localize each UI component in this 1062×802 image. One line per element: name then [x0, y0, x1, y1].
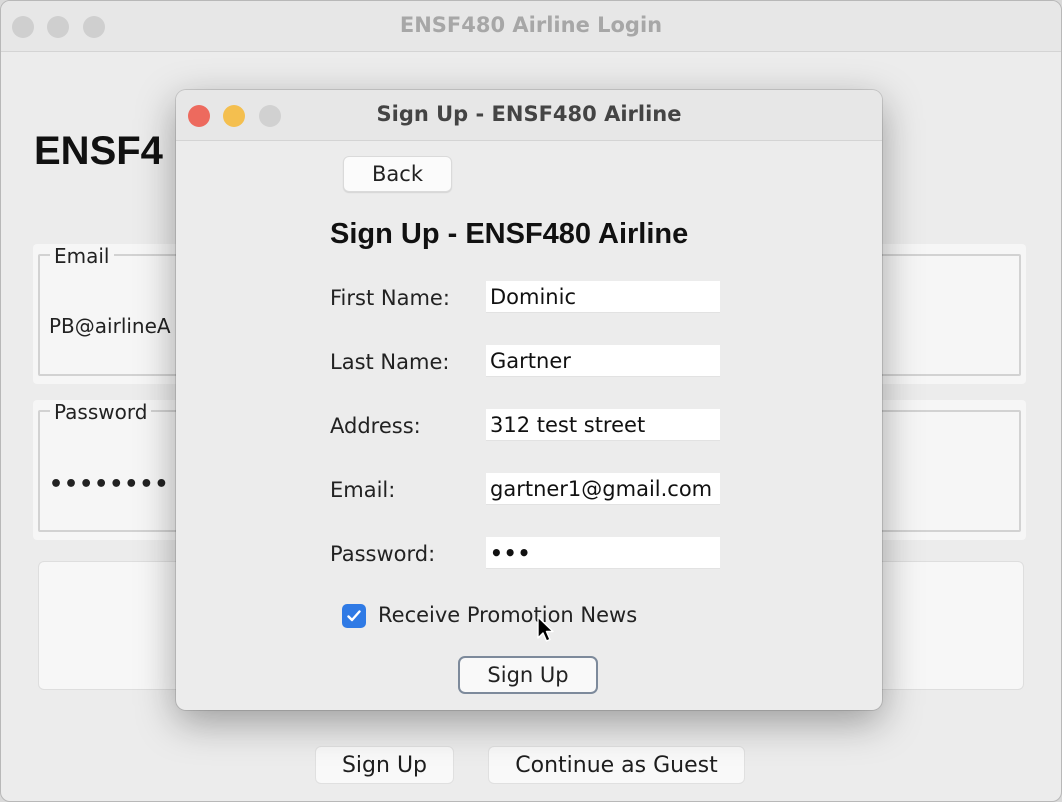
login-window-title: ENSF480 Airline Login — [399, 13, 663, 37]
email-input[interactable] — [486, 473, 720, 505]
first-name-label: First Name: — [330, 286, 450, 310]
password-label: Password — [50, 400, 152, 424]
password-input[interactable]: ••• — [486, 537, 720, 569]
promotion-label[interactable]: Receive Promotion News — [378, 603, 637, 627]
email-value[interactable]: PB@airlineA — [49, 314, 171, 338]
signup-heading: Sign Up - ENSF480 Airline — [330, 218, 689, 250]
last-name-label: Last Name: — [330, 350, 450, 374]
back-button[interactable]: Back — [343, 156, 452, 192]
first-name-input[interactable] — [486, 281, 720, 313]
promotion-checkbox[interactable] — [342, 604, 366, 628]
dialog-titlebar: Sign Up - ENSF480 Airline — [176, 90, 882, 141]
dialog-title: Sign Up - ENSF480 Airline — [376, 102, 682, 126]
password-label: Password: — [330, 542, 436, 566]
email-label: Email — [50, 244, 114, 268]
address-label: Address: — [330, 414, 421, 438]
checkmark-icon — [347, 610, 361, 622]
password-value[interactable]: •••••••• — [49, 472, 170, 497]
signup-submit-button[interactable]: Sign Up — [458, 656, 598, 694]
login-heading: ENSF4 — [34, 129, 163, 173]
continue-as-guest-button[interactable]: Continue as Guest — [488, 746, 745, 784]
last-name-input[interactable] — [486, 345, 720, 377]
login-titlebar: ENSF480 Airline Login — [1, 1, 1061, 52]
email-label: Email: — [330, 478, 396, 502]
signup-dialog: Sign Up - ENSF480 Airline Back Sign Up -… — [176, 90, 882, 710]
address-input[interactable] — [486, 409, 720, 441]
main-signup-button[interactable]: Sign Up — [315, 746, 454, 784]
